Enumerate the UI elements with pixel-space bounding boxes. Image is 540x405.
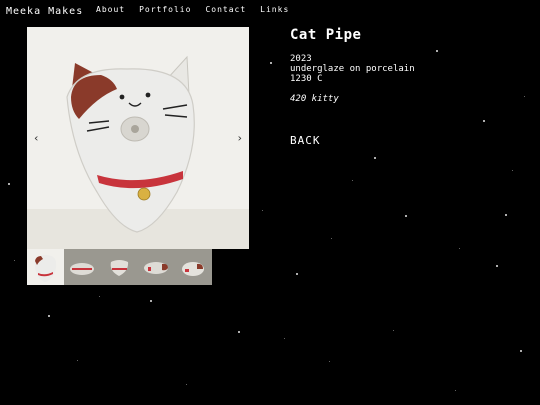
nav-links[interactable]: Links bbox=[260, 5, 289, 14]
previous-image-icon[interactable]: ‹ bbox=[33, 132, 40, 145]
thumbnail-5[interactable] bbox=[175, 249, 212, 285]
nav-contact[interactable]: Contact bbox=[205, 5, 246, 14]
thumbnail-4[interactable] bbox=[138, 249, 175, 285]
main-nav: About Portfolio Contact Links bbox=[96, 5, 289, 14]
image-viewer: ‹ › bbox=[27, 27, 249, 249]
piece-year: 2023 bbox=[290, 54, 312, 64]
cat-pipe-photo bbox=[66, 55, 195, 233]
thumbnail-strip bbox=[27, 249, 212, 285]
thumbnail-2[interactable] bbox=[64, 249, 101, 285]
piece-title: Cat Pipe bbox=[290, 27, 362, 43]
nav-portfolio[interactable]: Portfolio bbox=[139, 5, 191, 14]
thumbnail-1[interactable] bbox=[27, 249, 64, 285]
thumbnail-3[interactable] bbox=[101, 249, 138, 285]
site-logo[interactable]: Meeka Makes bbox=[6, 6, 83, 17]
piece-caption: 420 kitty bbox=[290, 94, 339, 104]
nav-about[interactable]: About bbox=[96, 5, 125, 14]
next-image-icon[interactable]: › bbox=[236, 132, 243, 145]
piece-material: underglaze on porcelain bbox=[290, 64, 415, 74]
back-link[interactable]: BACK bbox=[290, 134, 321, 147]
piece-details: 2023 underglaze on porcelain 1230 C bbox=[290, 54, 415, 84]
piece-firing-temperature: 1230 C bbox=[290, 74, 323, 84]
